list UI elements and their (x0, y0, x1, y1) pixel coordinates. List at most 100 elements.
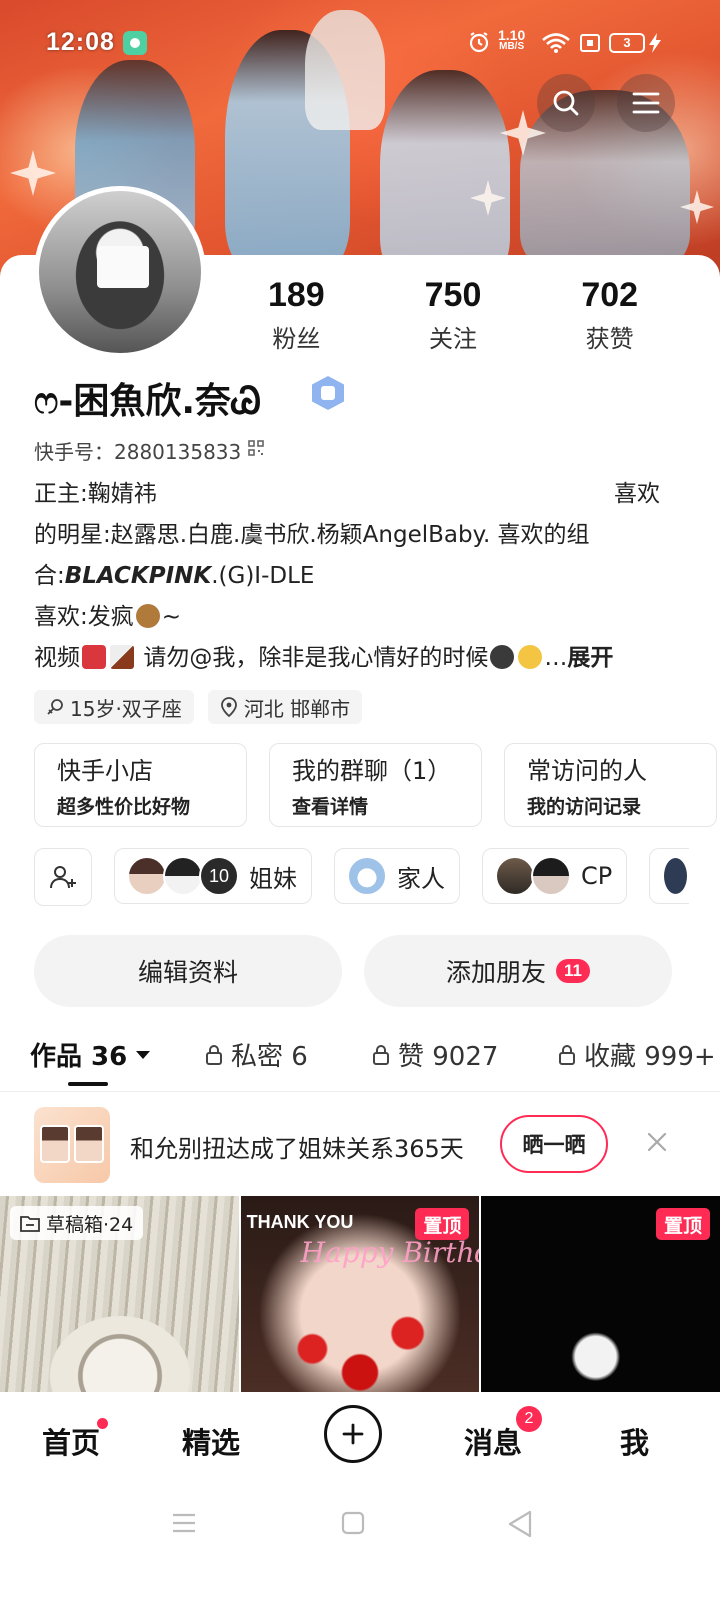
nav-me[interactable]: 我 (620, 1420, 649, 1462)
work-item[interactable]: THANK YOU Happy Birthday 置顶 (240, 1196, 480, 1392)
tab-active-indicator (68, 1082, 108, 1086)
nav-home[interactable]: 首页 (42, 1420, 100, 1462)
bio-text: ~ (161, 604, 182, 630)
works-grid: 草稿箱·24 THANK YOU Happy Birthday 置顶 置顶 (0, 1196, 720, 1392)
plus-icon (342, 1423, 364, 1445)
create-button[interactable] (324, 1405, 382, 1463)
tag-age-zodiac: 15岁·双子座 (34, 690, 194, 724)
lock-icon (206, 1044, 222, 1065)
user-id-label: 快手号： (34, 440, 114, 464)
circle-cp[interactable]: CP (482, 848, 628, 904)
smirk-emoji-icon (518, 645, 543, 669)
status-bar: 12:08 1.10 MB/S 3 (0, 0, 720, 86)
sim-icon (580, 34, 600, 52)
tab-works[interactable]: 作品 36 (30, 1036, 151, 1073)
nav-messages[interactable]: 消息 (464, 1420, 522, 1462)
profile-actions: 编辑资料 添加朋友 11 (34, 935, 672, 1007)
stat-following[interactable]: 750 关注 (375, 275, 532, 354)
charging-icon (649, 33, 661, 53)
stat-fans[interactable]: 189 粉丝 (218, 275, 375, 354)
bio-expand-link[interactable]: 展开 (567, 645, 613, 671)
folder-icon (20, 1216, 40, 1232)
circle-family[interactable]: 家人 (334, 848, 460, 904)
tab-favorites[interactable]: 收藏 999+ (558, 1036, 716, 1073)
feature-boxes: 快手小店 超多性价比好物 我的群聊（1） 查看详情 常访问的人 我的访问记录 (34, 743, 717, 827)
menu-button[interactable] (617, 74, 675, 132)
circle-label: CP (581, 862, 613, 890)
add-circle-button[interactable] (34, 848, 92, 906)
banner-thumbnail (34, 1107, 110, 1183)
stat-value: 189 (267, 276, 325, 314)
caret-down-icon (136, 1050, 151, 1059)
qr-code-icon[interactable] (248, 440, 264, 456)
stat-likes[interactable]: 702 获赞 (531, 275, 688, 354)
profile-name: ෆ-困魚欣.奈Ꮚ (34, 381, 262, 422)
add-friend-label: 添加朋友 (445, 958, 546, 987)
edit-profile-label: 编辑资料 (137, 958, 238, 987)
back-icon[interactable] (507, 1510, 533, 1538)
user-id-value: 2880135833 (114, 440, 242, 464)
network-speed-value: 1.10 (498, 27, 526, 43)
gender-female-icon (47, 699, 63, 715)
dark-moon-emoji-icon (490, 645, 515, 669)
avatar[interactable] (34, 186, 206, 358)
nav-featured[interactable]: 精选 (182, 1420, 240, 1462)
thank-you-text: THANK YOU (246, 1212, 354, 1232)
content-tabs: 作品 36 私密 6 赞 9027 收藏 999+ (0, 1030, 720, 1092)
feature-group-chat[interactable]: 我的群聊（1） 查看详情 (269, 743, 482, 827)
tab-label: 收藏 999+ (584, 1042, 716, 1072)
bio-line: 合:BLACKPINK.(G)I-DLE (34, 556, 684, 597)
bio-text: .(G)I-DLE (211, 563, 315, 589)
profile-tags: 15岁·双子座 河北 邯郸市 (34, 690, 363, 724)
recent-apps-icon[interactable] (171, 1512, 197, 1534)
bio-text: … (544, 645, 568, 671)
close-icon[interactable] (645, 1130, 669, 1154)
cover-sparkle (10, 150, 56, 196)
work-item[interactable]: 置顶 (481, 1196, 720, 1392)
circle-sisters[interactable]: 10 姐妹 (114, 848, 312, 904)
banner-message: 和允别扭达成了姐妹关系365天 (130, 1135, 464, 1163)
stat-label: 粉丝 (272, 325, 321, 353)
work-item-draft[interactable]: 草稿箱·24 (0, 1196, 239, 1392)
relationship-banner[interactable]: 和允别扭达成了姐妹关系365天 晒一晒 (0, 1100, 720, 1190)
friend-circles: 10 姐妹 家人 CP (34, 848, 690, 906)
member-avatar (531, 856, 571, 896)
wifi-icon (542, 33, 570, 53)
alarm-icon (469, 32, 489, 53)
edit-profile-button[interactable]: 编辑资料 (34, 935, 342, 1007)
messages-badge: 2 (516, 1406, 542, 1432)
circle-more[interactable] (649, 848, 690, 904)
add-friend-button[interactable]: 添加朋友 11 (364, 935, 672, 1007)
tab-liked[interactable]: 赞 9027 (372, 1036, 498, 1073)
tag-text: 河北 邯郸市 (243, 696, 351, 721)
thumbnail-photo (74, 1125, 104, 1163)
lock-icon (373, 1044, 389, 1065)
cover-figure (380, 70, 510, 280)
app-icon (123, 31, 147, 55)
menu-icon (632, 92, 660, 114)
bio-text: 的明星:赵露思.白鹿.虞书欣.杨颖AngelBaby. 喜欢的组 (34, 522, 590, 548)
share-button[interactable]: 晒一晒 (500, 1115, 608, 1173)
bio-line: 正主:鞠婧祎 喜欢 (34, 474, 684, 515)
home-system-icon[interactable] (341, 1511, 365, 1535)
tab-private[interactable]: 私密 6 (205, 1036, 308, 1073)
stat-label: 关注 (429, 325, 477, 353)
location-pin-icon (220, 697, 237, 717)
tab-label: 私密 6 (231, 1042, 308, 1072)
profile-stats: 189 粉丝 750 关注 702 获赞 (218, 275, 688, 354)
user-id[interactable]: 快手号：2880135833 (34, 436, 241, 465)
circle-label: 姐妹 (249, 864, 297, 893)
bio-text: 喜欢 (614, 481, 660, 507)
draft-box-label: 草稿箱·24 (10, 1206, 144, 1240)
feature-shop[interactable]: 快手小店 超多性价比好物 (34, 743, 247, 827)
tag-text: 15岁·双子座 (70, 696, 182, 721)
bio-line: 喜欢:发疯 ~ (34, 597, 684, 638)
feature-visitors[interactable]: 常访问的人 我的访问记录 (504, 743, 717, 827)
profile-bio[interactable]: 正主:鞠婧祎 喜欢 的明星:赵露思.白鹿.虞书欣.杨颖AngelBaby. 喜欢… (34, 474, 684, 679)
stat-label: 获赞 (585, 325, 634, 353)
member-count: 10 (199, 856, 239, 896)
thumbnail-photo (40, 1125, 70, 1163)
feature-title: 快手小店 (57, 757, 153, 785)
add-friend-count-badge: 11 (556, 959, 590, 983)
search-button[interactable] (537, 74, 595, 132)
